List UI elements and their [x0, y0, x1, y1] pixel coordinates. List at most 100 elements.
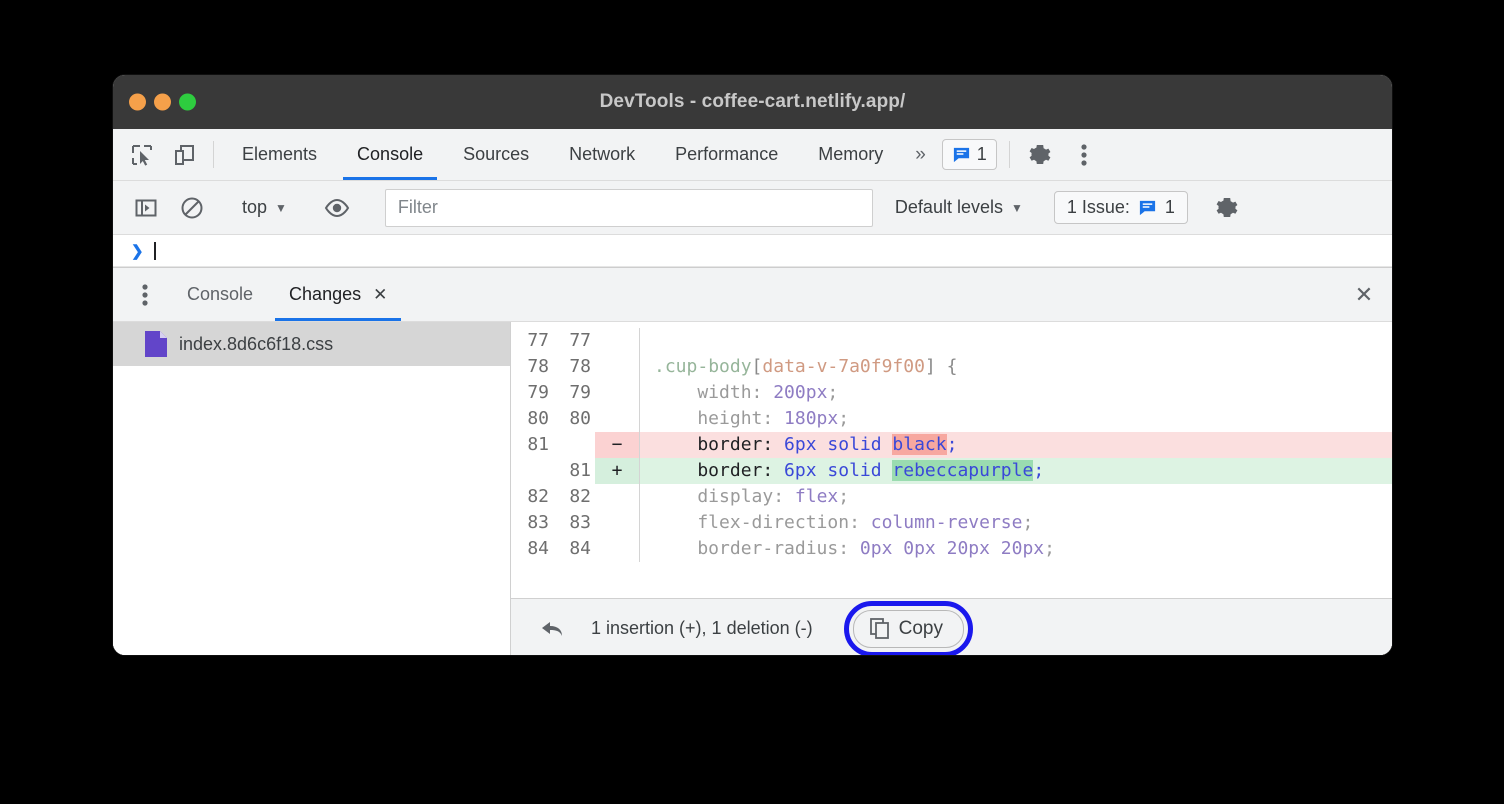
live-expression-icon[interactable]: [314, 188, 360, 228]
code-token: data-v-7a0f9f00: [762, 356, 925, 377]
tab-memory-label: Memory: [818, 144, 883, 165]
drawer-tab-changes-close-icon[interactable]: ✕: [373, 285, 387, 305]
more-tabs-icon[interactable]: »: [903, 129, 938, 180]
diff-old-line-number: 78: [511, 354, 553, 380]
issue-message-icon: [952, 145, 971, 164]
console-text-caret[interactable]: [154, 242, 156, 260]
tab-elements-label: Elements: [242, 144, 317, 165]
code-token: 180px: [784, 408, 838, 429]
code-token: height:: [654, 408, 784, 429]
code-token: black: [892, 434, 946, 455]
log-levels-selector[interactable]: Default levels ▼: [881, 197, 1037, 218]
diff-code-text: display: flex;: [639, 484, 1392, 510]
diff-old-line-number: 79: [511, 380, 553, 406]
drawer-close-glyph: ✕: [1355, 282, 1373, 308]
gear-icon[interactable]: [1018, 129, 1062, 180]
code-token: {: [936, 356, 958, 377]
drawer-tab-console[interactable]: Console: [169, 268, 271, 321]
diff-sign: [595, 510, 639, 536]
tab-console[interactable]: Console: [337, 129, 443, 180]
diff-code-text: [639, 328, 1392, 354]
minimize-window-button[interactable]: [154, 94, 171, 111]
filter-placeholder: Filter: [398, 197, 438, 218]
diff-line-context: 8080 height: 180px;: [511, 406, 1392, 432]
diff-old-line-number: 84: [511, 536, 553, 562]
console-toolbar: top ▼ Filter Default levels ▼ 1 Issue:: [113, 181, 1392, 235]
code-token: ;: [1022, 512, 1033, 533]
diff-sign: [595, 406, 639, 432]
code-token: ;: [1033, 460, 1044, 481]
javascript-context-selector[interactable]: top ▼: [232, 197, 297, 218]
tab-memory[interactable]: Memory: [798, 129, 903, 180]
drawer-more-options-icon[interactable]: [121, 268, 169, 321]
console-sidebar-icon[interactable]: [123, 188, 169, 228]
code-token: [: [752, 356, 763, 377]
devtools-window: DevTools - coffee-cart.netlify.app/ Elem…: [113, 75, 1392, 655]
drawer-tab-changes[interactable]: Changes ✕: [271, 268, 405, 321]
filter-input[interactable]: Filter: [385, 189, 873, 227]
css-file-icon: [145, 331, 167, 357]
diff-line-context: 7878.cup-body[data-v-7a0f9f00] {: [511, 354, 1392, 380]
diff-new-line-number: 82: [553, 484, 595, 510]
revert-icon[interactable]: [535, 612, 569, 646]
issues-button[interactable]: 1 Issue: 1: [1054, 191, 1188, 224]
code-token: ]: [925, 356, 936, 377]
diff-old-line-number: 81: [511, 432, 553, 458]
code-token: 6px solid: [784, 434, 892, 455]
diff-code-text: border: 6px solid rebeccapurple;: [639, 458, 1392, 484]
copy-button[interactable]: Copy: [853, 610, 964, 648]
tab-performance[interactable]: Performance: [655, 129, 798, 180]
clear-console-icon[interactable]: [169, 188, 215, 228]
context-label: top: [242, 197, 267, 218]
diff-line-context: 8282 display: flex;: [511, 484, 1392, 510]
console-prompt-arrow-icon: ❯: [131, 242, 144, 260]
diff-line-ins: 81+ border: 6px solid rebeccapurple;: [511, 458, 1392, 484]
tab-sources[interactable]: Sources: [443, 129, 549, 180]
code-token: flex-direction:: [654, 512, 871, 533]
diff-sign: [595, 354, 639, 380]
tab-network[interactable]: Network: [549, 129, 655, 180]
console-settings-gear-icon[interactable]: [1205, 196, 1249, 220]
diff-new-line-number: 78: [553, 354, 595, 380]
tab-performance-label: Performance: [675, 144, 778, 165]
code-token: ;: [838, 408, 849, 429]
close-window-button[interactable]: [129, 94, 146, 111]
issues-button-label: 1 Issue:: [1067, 197, 1130, 218]
tab-network-label: Network: [569, 144, 635, 165]
issues-count-label: 1: [977, 144, 987, 165]
zoom-window-button[interactable]: [179, 94, 196, 111]
changes-file-list: index.8d6c6f18.css: [113, 322, 511, 655]
drawer-tabbar: Console Changes ✕ ✕: [113, 268, 1392, 322]
issues-button-count: 1: [1165, 197, 1175, 218]
diff-new-line-number: 79: [553, 380, 595, 406]
code-token: cup-body: [665, 356, 752, 377]
diff-code-text: height: 180px;: [639, 406, 1392, 432]
changes-footer: 1 insertion (+), 1 deletion (-) Copy: [511, 598, 1392, 655]
diff-new-line-number: 84: [553, 536, 595, 562]
code-token: column-reverse: [871, 512, 1023, 533]
issue-message-icon-toolbar: [1138, 198, 1157, 217]
diff-sign: [595, 536, 639, 562]
code-token: 6px solid: [784, 460, 892, 481]
diff-old-line-number: 82: [511, 484, 553, 510]
diff-old-line-number: 77: [511, 328, 553, 354]
inspect-element-icon[interactable]: [121, 129, 163, 180]
copy-icon: [870, 618, 890, 639]
window-title: DevTools - coffee-cart.netlify.app/: [600, 91, 906, 113]
tab-elements[interactable]: Elements: [222, 129, 337, 180]
diff-line-context: 8383 flex-direction: column-reverse;: [511, 510, 1392, 536]
code-token: ;: [838, 486, 849, 507]
device-toolbar-icon[interactable]: [163, 129, 205, 180]
diff-scroll-area[interactable]: 77777878.cup-body[data-v-7a0f9f00] {7979…: [511, 322, 1392, 598]
drawer-close-icon[interactable]: ✕: [1336, 268, 1392, 321]
toolbar-divider-2: [1009, 141, 1010, 168]
diff-code-text: border-radius: 0px 0px 20px 20px;: [639, 536, 1392, 562]
diff-new-line-number: 81: [553, 458, 595, 484]
code-token: .: [654, 356, 665, 377]
issues-counter-badge[interactable]: 1: [942, 139, 997, 170]
diff-sign: −: [595, 432, 639, 458]
copy-button-label: Copy: [899, 618, 943, 640]
code-token: display:: [654, 486, 795, 507]
kebab-menu-icon[interactable]: [1062, 129, 1106, 180]
list-item[interactable]: index.8d6c6f18.css: [113, 322, 510, 366]
